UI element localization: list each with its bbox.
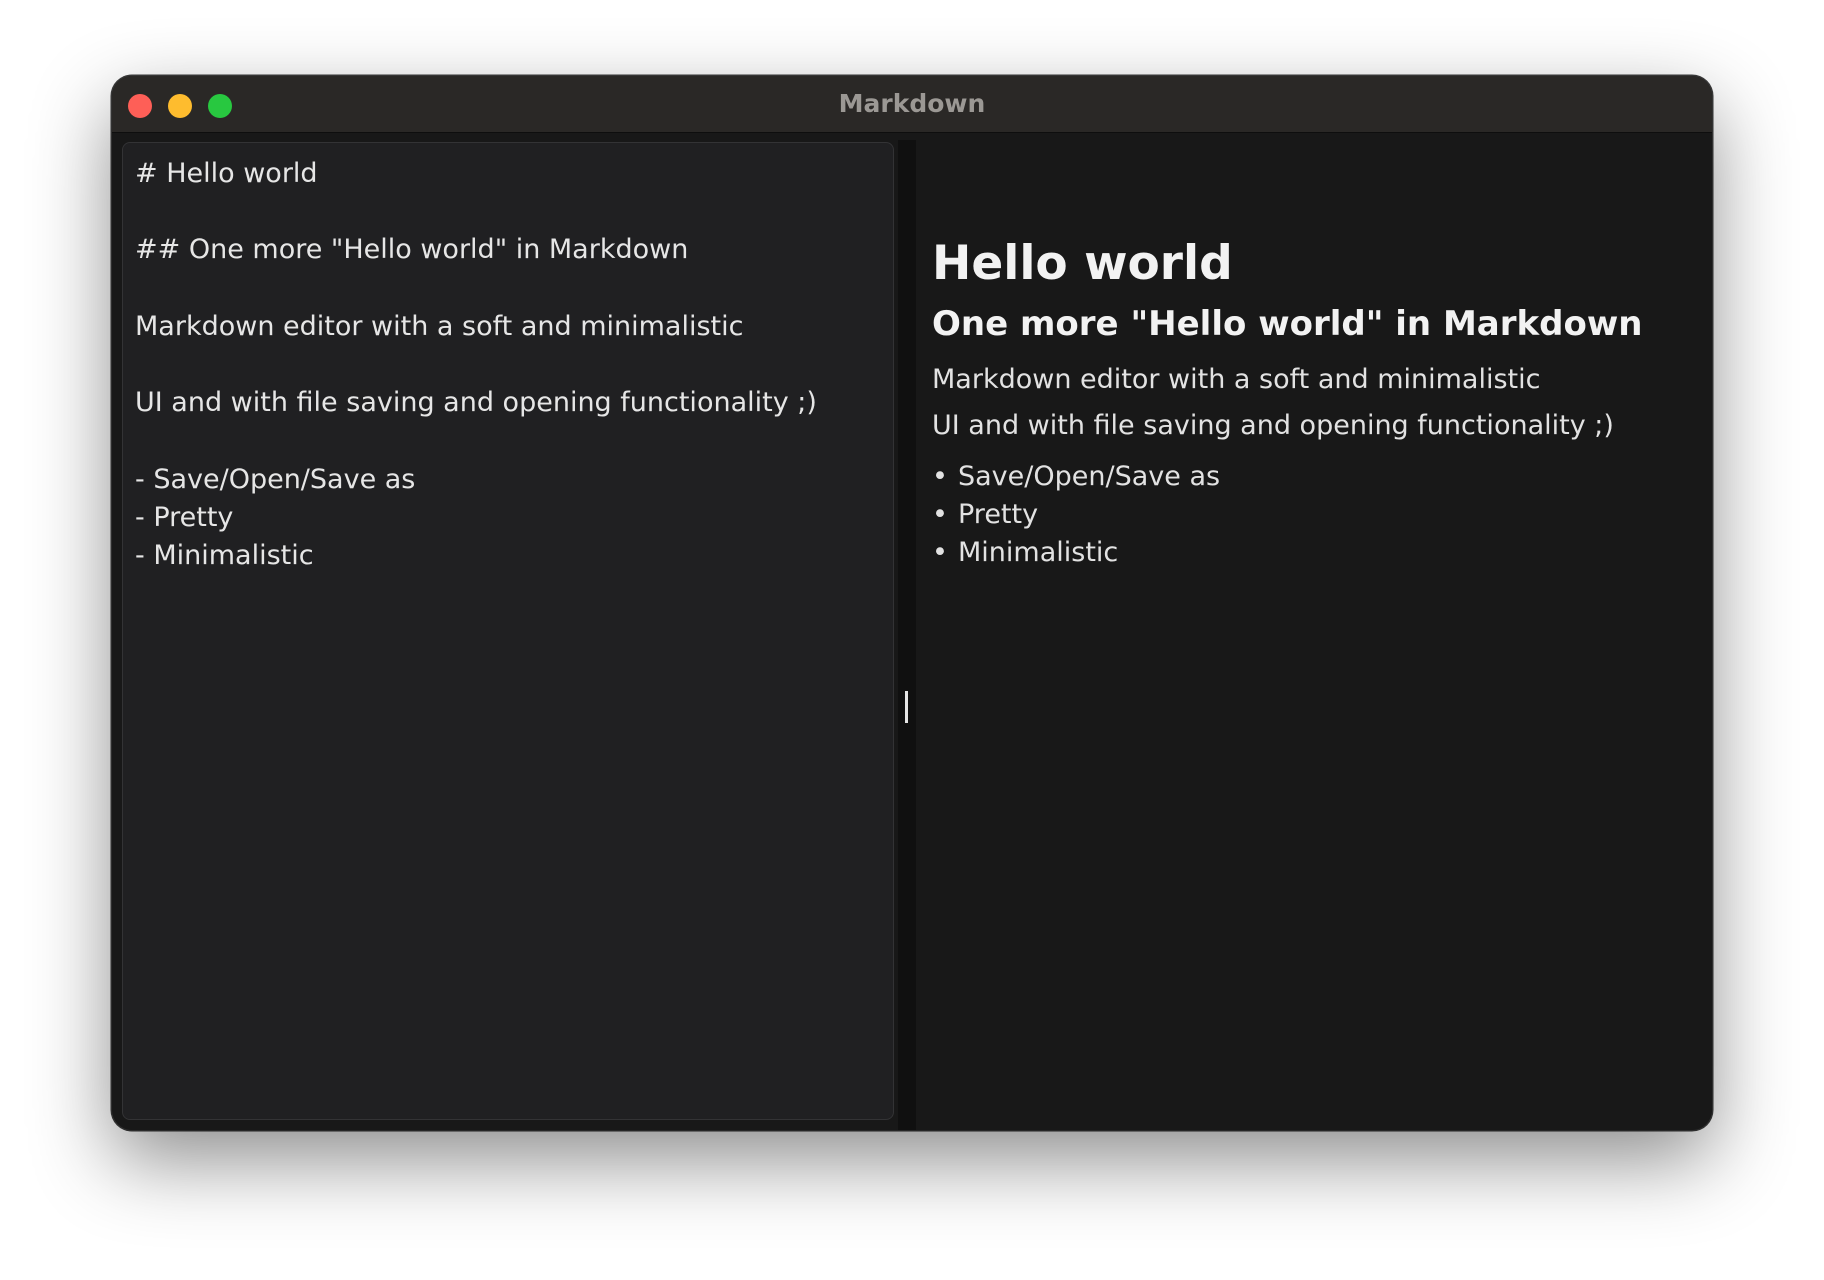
markdown-editor[interactable]: # Hello world ## One more "Hello world" … [122, 142, 894, 1120]
titlebar[interactable]: Markdown [112, 76, 1712, 133]
window-title: Markdown [838, 89, 986, 118]
list-item-text: Minimalistic [958, 537, 1119, 568]
bullet-icon: • [932, 461, 948, 492]
preview-heading-1: Hello world [932, 236, 1233, 291]
list-item: • Pretty [932, 496, 1220, 534]
list-item-text: Pretty [958, 499, 1039, 530]
preview-list: • Save/Open/Save as • Pretty • Minimalistic [932, 458, 1220, 572]
list-item: • Minimalistic [932, 534, 1220, 572]
preview-paragraph: UI and with file saving and opening func… [932, 410, 1614, 441]
editor-text[interactable]: # Hello world ## One more "Hello world" … [135, 155, 881, 1107]
bullet-icon: • [932, 499, 948, 530]
preview-paragraph: Markdown editor with a soft and minimali… [932, 364, 1541, 395]
splitter-handle[interactable] [905, 691, 908, 723]
markdown-preview: Hello world One more "Hello world" in Ma… [916, 140, 1712, 1130]
list-item: • Save/Open/Save as [932, 458, 1220, 496]
app-window: Markdown # Hello world ## One more "Hell… [112, 76, 1712, 1130]
list-item-text: Save/Open/Save as [958, 461, 1221, 492]
preview-heading-2: One more "Hello world" in Markdown [932, 304, 1643, 344]
bullet-icon: • [932, 537, 948, 568]
pane-splitter[interactable] [898, 140, 916, 1130]
